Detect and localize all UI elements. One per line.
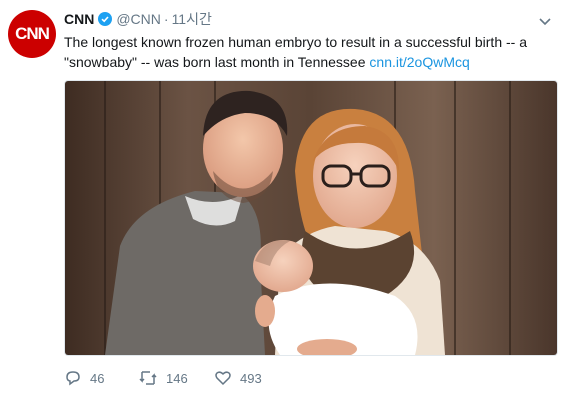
- tweet: CNN CNN @CNN · 11시간 The longest known fr…: [0, 0, 570, 400]
- tweet-actions: 46 146 493: [64, 366, 288, 390]
- retweet-button[interactable]: 146: [138, 369, 196, 387]
- like-icon: [215, 371, 231, 386]
- author-handle[interactable]: @CNN: [116, 11, 161, 27]
- avatar[interactable]: CNN: [8, 10, 56, 58]
- verified-badge-icon: [98, 12, 113, 26]
- tweet-text: The longest known frozen human embryo to…: [64, 32, 554, 72]
- like-count: 493: [240, 370, 262, 386]
- separator-dot: ·: [163, 11, 169, 27]
- retweet-count: 146: [166, 370, 188, 386]
- tweet-link[interactable]: cnn.it/2oQwMcq: [369, 54, 469, 70]
- reply-icon: [66, 371, 80, 386]
- tweet-header: CNN @CNN · 11시간: [64, 10, 212, 28]
- avatar-logo-text: CNN: [15, 24, 50, 43]
- tweet-time[interactable]: 11시간: [172, 9, 212, 29]
- author-name[interactable]: CNN: [64, 11, 94, 27]
- tweet-photo[interactable]: [64, 80, 558, 356]
- reply-count: 46: [90, 370, 105, 386]
- chevron-down-icon[interactable]: [538, 14, 552, 28]
- retweet-icon: [139, 371, 157, 385]
- reply-button[interactable]: 46: [64, 369, 120, 387]
- like-button[interactable]: 493: [214, 369, 270, 387]
- family-photo-image: [65, 81, 557, 355]
